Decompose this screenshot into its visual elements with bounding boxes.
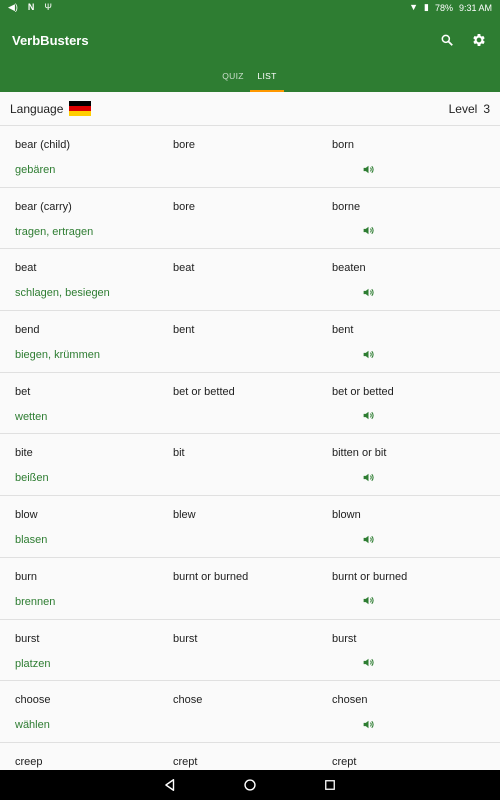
tab-list[interactable]: LIST xyxy=(250,60,284,92)
recents-icon[interactable] xyxy=(321,776,339,794)
search-icon[interactable] xyxy=(438,31,456,49)
usb-icon: Ψ xyxy=(44,2,52,12)
verb-base-form: bear (carry) xyxy=(15,200,72,213)
verb-translation: blasen xyxy=(15,534,48,547)
language-row[interactable]: Language Level 3 xyxy=(0,92,500,126)
speaker-icon[interactable] xyxy=(361,224,375,238)
verb-past-simple: burst xyxy=(173,632,198,645)
verb-translation: brennen xyxy=(15,595,56,608)
verb-base-form: choose xyxy=(15,694,51,707)
status-bar: ◀) N Ψ ▼ ▮ 78% 9:31 AM xyxy=(0,0,500,15)
wifi-icon: ▼ xyxy=(409,2,418,12)
level-label: Level xyxy=(448,101,478,116)
verb-base-form: burn xyxy=(15,570,38,583)
verb-row[interactable]: burn burnt or burned burnt or burned brenne… xyxy=(0,558,500,620)
verb-translation: wetten xyxy=(15,410,48,423)
verb-base-form: bite xyxy=(15,447,33,460)
verb-row[interactable]: blow blew blown blasen xyxy=(0,496,500,558)
verb-past-simple: bore xyxy=(173,200,196,213)
verb-base-form: burst xyxy=(15,632,40,645)
app-title: VerbBusters xyxy=(12,33,89,48)
verb-translation: tragen, ertragen xyxy=(15,225,94,238)
verb-past-participle: beaten xyxy=(332,262,366,275)
settings-gear-icon[interactable] xyxy=(470,31,488,49)
system-nav-bar xyxy=(0,770,500,800)
speaker-icon[interactable] xyxy=(361,717,375,731)
verb-past-simple: blew xyxy=(173,509,196,522)
home-icon[interactable] xyxy=(241,776,259,794)
verb-row[interactable]: creep crept crept xyxy=(0,743,500,771)
back-icon[interactable] xyxy=(161,776,179,794)
language-label: Language xyxy=(10,101,64,116)
speaker-icon[interactable] xyxy=(361,470,375,484)
verb-row[interactable]: beat beat beaten schlagen, besiegen xyxy=(0,249,500,312)
verb-row[interactable]: bend bent bent biegen, krümmen xyxy=(0,311,500,373)
verb-row[interactable]: bear (carry) bore borne tragen, ertragen xyxy=(0,188,500,250)
verb-row[interactable]: bear (child) bore born gebären xyxy=(0,126,500,188)
verb-past-simple: bit xyxy=(173,447,185,460)
verb-past-participle: bitten or bit xyxy=(332,447,387,460)
verb-row[interactable]: burst burst burst platzen xyxy=(0,620,500,682)
verb-base-form: bear (child) xyxy=(15,139,71,151)
verb-translation: platzen xyxy=(15,657,51,670)
verb-past-participle: borne xyxy=(332,200,361,213)
verb-base-form: bet xyxy=(15,385,31,398)
verb-past-simple: beat xyxy=(173,262,195,275)
verb-past-participle: bent xyxy=(332,324,354,337)
verb-past-participle: burnt or burned xyxy=(332,570,408,583)
verb-past-simple: burnt or burned xyxy=(173,570,249,583)
n-app-icon: N xyxy=(27,2,35,12)
verb-row[interactable]: choose chose chosen wählen xyxy=(0,681,500,743)
verb-past-simple: bent xyxy=(173,324,195,337)
verb-translation: biegen, krümmen xyxy=(15,349,100,362)
verb-translation: schlagen, besiegen xyxy=(15,287,110,300)
battery-percent: 78% xyxy=(434,2,453,13)
verb-base-form: beat xyxy=(15,262,37,275)
verb-base-form: bend xyxy=(15,324,40,337)
speaker-icon[interactable] xyxy=(361,656,375,670)
level-value: 3 xyxy=(483,101,490,116)
clock: 9:31 AM xyxy=(458,2,492,13)
verb-translation: beißen xyxy=(15,472,49,485)
verb-past-participle: crept xyxy=(332,755,357,768)
level-indicator[interactable]: Level 3 xyxy=(449,102,490,116)
verb-past-participle: blown xyxy=(332,509,361,522)
speaker-icon[interactable] xyxy=(361,285,375,299)
volume-icon: ◀) xyxy=(8,2,18,12)
verb-past-simple: crept xyxy=(173,755,198,768)
app-bar: VerbBusters QUIZ LIST xyxy=(0,15,500,92)
verb-base-form: creep xyxy=(15,755,43,768)
speaker-icon[interactable] xyxy=(361,347,375,361)
verb-translation: wählen xyxy=(15,719,50,732)
verb-past-simple: chose xyxy=(173,694,203,707)
verb-past-participle: chosen xyxy=(332,694,368,707)
verb-past-participle: burst xyxy=(332,632,357,645)
verb-past-participle: bet or betted xyxy=(332,385,394,398)
speaker-icon[interactable] xyxy=(361,532,375,546)
speaker-icon[interactable] xyxy=(361,409,375,423)
verb-row[interactable]: bite bit bitten or bit beißen xyxy=(0,434,500,497)
speaker-icon[interactable] xyxy=(361,594,375,608)
verb-past-participle: born xyxy=(332,139,355,151)
germany-flag-icon[interactable] xyxy=(69,101,92,116)
verb-base-form: blow xyxy=(15,509,38,522)
verb-past-simple: bet or betted xyxy=(173,385,235,398)
battery-icon: ▮ xyxy=(424,2,429,12)
tab-bar: QUIZ LIST xyxy=(0,60,500,92)
verb-past-simple: bore xyxy=(173,139,196,151)
speaker-icon[interactable] xyxy=(361,162,375,176)
tab-quiz[interactable]: QUIZ xyxy=(216,60,250,92)
verb-row[interactable]: bet bet or betted bet or betted wetten xyxy=(0,373,500,435)
verb-list: bear (child) bore born gebären bear (carry) b… xyxy=(0,126,500,771)
verb-translation: gebären xyxy=(15,164,56,176)
